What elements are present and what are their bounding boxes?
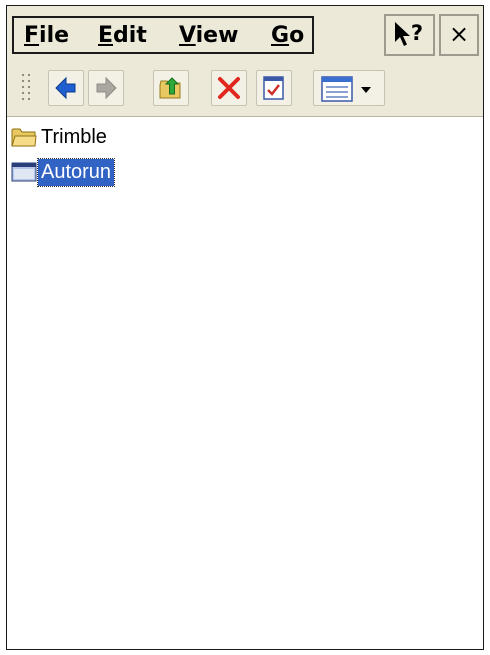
menu-go-accelerator: G [271,23,290,48]
list-item-label: Autorun [36,158,116,187]
menu-file-accelerator: F [24,23,40,48]
command-bar: File Edit View Go ? × [7,6,483,60]
file-list: Trimble Autorun [7,117,483,649]
svg-text:?: ? [411,21,423,45]
menu-go[interactable]: Go [271,22,304,50]
back-button[interactable] [48,70,84,106]
up-folder-button[interactable] [153,70,189,106]
menu-view[interactable]: View [179,22,238,50]
forward-button[interactable] [88,70,124,106]
delete-button[interactable] [211,70,247,106]
toolbar [7,60,483,117]
menu-edit-label: dit [113,23,147,48]
properties-button[interactable] [256,70,292,106]
menu-edit[interactable]: Edit [98,22,147,50]
up-folder-icon [159,77,181,99]
delete-icon [218,77,240,99]
toolbar-grip[interactable] [20,72,32,104]
menu-view-accelerator: V [179,23,196,48]
menu-bar: File Edit View Go [12,16,314,54]
whats-this-help-icon: ? [395,21,423,46]
list-item-label: Trimble [41,126,107,148]
properties-icon [263,76,284,100]
menu-file[interactable]: File [24,22,69,50]
file-explorer-window: File Edit View Go ? × Trimble Autorun [6,5,484,650]
menu-edit-accelerator: E [98,23,114,48]
dropdown-arrow-icon [361,87,371,93]
close-icon: × [448,20,470,48]
application-file-icon [11,162,37,182]
view-menu-button[interactable] [313,70,385,106]
back-arrow-icon [55,76,76,100]
view-menu-icon [321,76,371,102]
menu-view-label: iew [195,23,239,48]
forward-arrow-icon [96,76,117,100]
folder-icon [11,128,37,147]
menu-file-label: ile [39,23,70,48]
menu-go-label: o [289,23,305,48]
help-button[interactable]: ? [384,14,435,56]
close-button[interactable]: × [439,14,479,56]
